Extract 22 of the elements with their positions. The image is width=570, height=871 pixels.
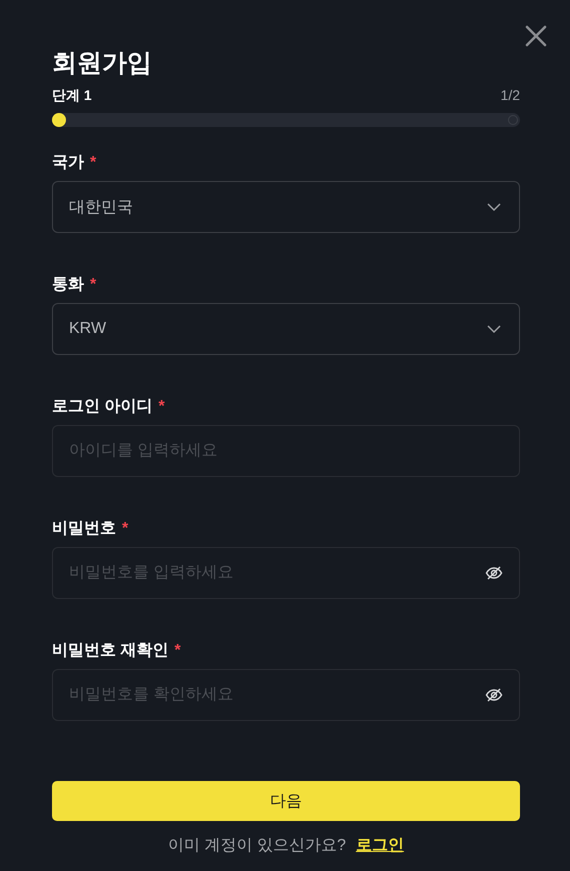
step-label: 단계 1 (52, 86, 92, 104)
field-label: 비밀번호 (52, 519, 116, 539)
progress-end-dot (508, 115, 518, 125)
required-mark: * (90, 153, 96, 173)
login-link[interactable]: 로그인 (356, 835, 404, 857)
required-mark: * (90, 275, 96, 295)
eye-off-icon[interactable] (485, 564, 503, 582)
select-field[interactable]: 대한민국 (52, 181, 520, 233)
next-button[interactable]: 다음 (52, 781, 520, 821)
field-label: 국가 (52, 153, 84, 173)
required-mark: * (122, 519, 128, 539)
required-mark: * (174, 641, 181, 661)
required-mark: * (158, 397, 165, 417)
select-field[interactable]: KRW (52, 303, 520, 355)
close-icon[interactable] (524, 24, 548, 48)
eye-off-icon[interactable] (485, 686, 503, 704)
step-count: 1/2 (500, 86, 520, 104)
field-label: 비밀번호 재확인 (52, 641, 168, 661)
field-label: 로그인 아이디 (52, 397, 152, 417)
page-title: 회원가입 (52, 48, 153, 79)
account-question: 이미 계정이 있으신가요? (168, 836, 346, 856)
field-label: 통화 (52, 275, 84, 295)
